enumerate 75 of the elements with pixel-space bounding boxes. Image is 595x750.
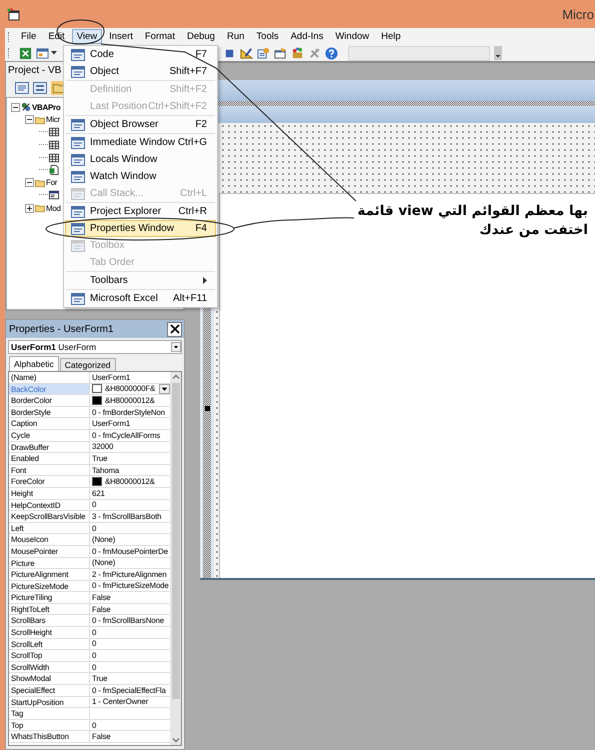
window-icon	[71, 222, 85, 234]
workbook-icon	[49, 165, 59, 176]
tree-item[interactable]: Mod	[46, 204, 61, 213]
close-button[interactable]	[167, 322, 182, 336]
expander[interactable]	[25, 115, 34, 124]
scrollbar[interactable]	[170, 372, 181, 745]
menu-option[interactable]: Watch Window	[65, 168, 216, 185]
view-code-icon[interactable]	[15, 82, 29, 94]
menu-item[interactable]: Window	[330, 29, 374, 44]
help-icon[interactable]	[325, 46, 338, 60]
annotation-text: اختفت من عندك	[479, 221, 588, 240]
folder-icon	[35, 178, 45, 188]
menu-item[interactable]: Tools	[251, 29, 284, 44]
window-icon	[71, 48, 85, 60]
window-icon	[71, 188, 85, 200]
window-icon	[71, 118, 85, 130]
menu-option[interactable]: Microsoft Excel Alt+F11	[65, 290, 216, 307]
spreadsheet-icon[interactable]	[19, 46, 32, 60]
menu-item[interactable]: Run	[222, 29, 250, 44]
window-icon	[71, 66, 85, 78]
folder-icon	[35, 203, 45, 214]
menu-item[interactable]: Debug	[182, 29, 220, 44]
object-browser-icon[interactable]	[291, 46, 304, 60]
project-explorer-icon[interactable]	[257, 46, 270, 60]
expander[interactable]	[11, 102, 20, 112]
object-dropdown[interactable]: UserForm1 UserForm	[8, 340, 182, 354]
menu-option[interactable]: Project Explorer Ctrl+R	[65, 203, 216, 220]
window-icon	[71, 170, 85, 182]
tab[interactable]: Categorized	[60, 358, 116, 371]
scroll-thumb[interactable]	[172, 383, 180, 699]
submenu-arrow-icon	[203, 277, 207, 284]
dropdown-button[interactable]	[159, 384, 170, 394]
pane-title: Project - VB	[8, 65, 62, 76]
sheet-icon	[49, 127, 59, 138]
caret-icon[interactable]	[51, 51, 57, 55]
pane-title: Properties - UserForm1	[9, 324, 114, 334]
menu-option[interactable]: Immediate Window Ctrl+G	[65, 134, 216, 151]
sheet-icon	[49, 152, 59, 163]
menu-option[interactable]: Object Browser F2	[65, 116, 216, 133]
form-icon	[49, 190, 59, 200]
resize-handle[interactable]	[204, 406, 210, 411]
window-icon	[71, 292, 85, 304]
tree-item[interactable]: VBAPro	[32, 102, 60, 112]
window-icon	[71, 240, 85, 252]
scroll-down-icon[interactable]	[170, 735, 180, 745]
annotation-text: بها معظم القوائم التي view قائمة	[357, 202, 588, 221]
tree-item[interactable]: For	[46, 178, 58, 188]
window-icon	[71, 136, 85, 148]
design-mode-icon[interactable]	[240, 46, 253, 60]
project-icon	[21, 102, 31, 112]
expander[interactable]	[25, 178, 34, 188]
menu-item[interactable]: Format	[140, 29, 180, 44]
properties-icon[interactable]	[274, 46, 287, 60]
tree-item[interactable]: Micr	[46, 115, 60, 124]
menu-item[interactable]: View	[72, 29, 102, 44]
view-object-icon[interactable]	[33, 82, 47, 94]
menu-item[interactable]: File	[16, 29, 42, 44]
menu-option[interactable]: Toolbars	[65, 272, 216, 289]
tab[interactable]: Alphabetic	[9, 356, 59, 371]
menu-option[interactable]: Locals Window	[65, 151, 216, 168]
expander[interactable]	[25, 204, 34, 213]
menu-item[interactable]: Add-Ins	[286, 29, 328, 44]
overflow-icon[interactable]	[494, 46, 502, 60]
sheet-icon	[49, 140, 59, 150]
app-icon	[6, 7, 20, 21]
menu-option[interactable]: Properties Window F4	[65, 220, 216, 237]
window-icon	[71, 206, 85, 218]
window-title: Micro	[562, 6, 595, 22]
toolbox-icon[interactable]	[308, 46, 321, 60]
menu-option[interactable]: Object Shift+F7	[65, 63, 216, 80]
menu-item[interactable]: Insert	[104, 29, 138, 44]
folder-icon	[35, 114, 45, 125]
menu-item[interactable]: Help	[376, 29, 406, 44]
window-icon	[71, 154, 85, 166]
form-icon[interactable]	[36, 46, 49, 60]
